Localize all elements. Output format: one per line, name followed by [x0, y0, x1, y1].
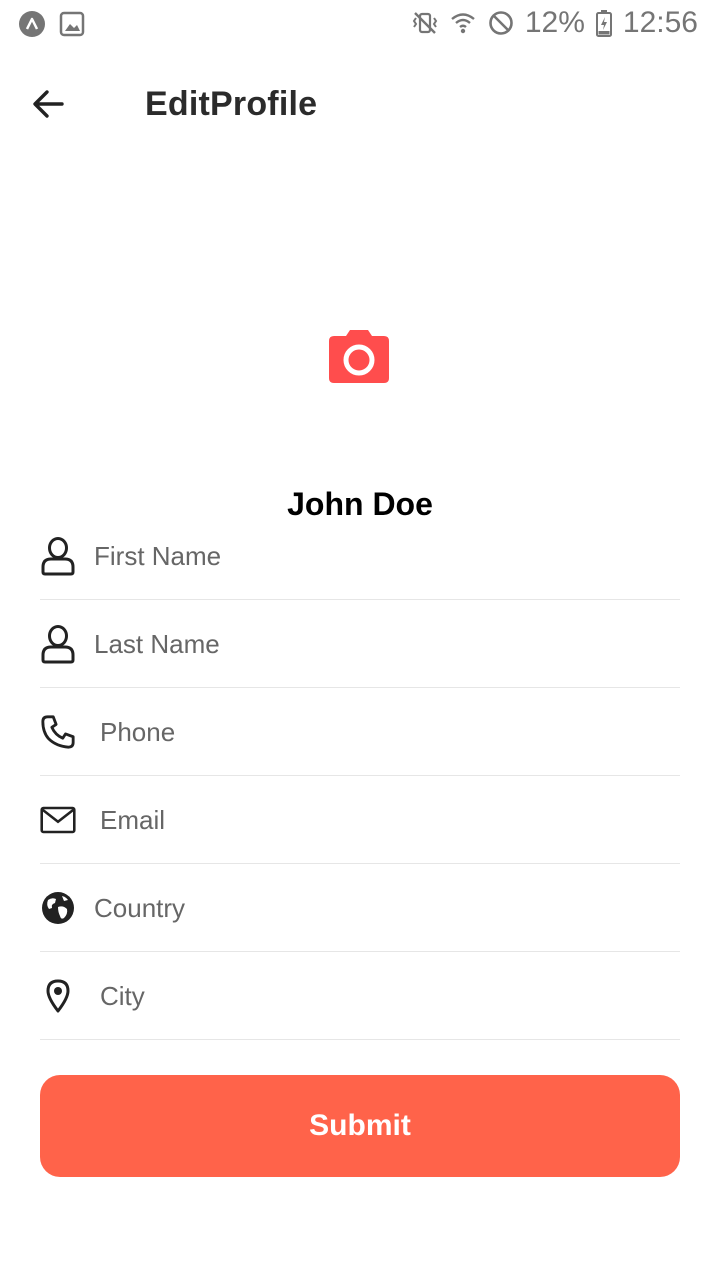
camera-icon — [326, 330, 392, 392]
arrow-left-icon — [30, 86, 66, 127]
map-pin-icon — [40, 976, 76, 1016]
country-field — [40, 864, 680, 952]
globe-icon — [40, 888, 76, 928]
back-button[interactable] — [24, 82, 72, 130]
battery-percent: 12% — [524, 6, 585, 39]
first-name-field — [40, 512, 680, 600]
blocked-icon — [487, 9, 515, 37]
wifi-icon — [449, 9, 477, 37]
envelope-icon — [40, 800, 76, 840]
user-icon — [40, 536, 76, 576]
avatar-upload-button[interactable] — [326, 326, 392, 388]
city-field — [40, 952, 680, 1040]
page-title: EditProfile — [145, 85, 318, 123]
phone-field — [40, 688, 680, 776]
phone-input[interactable] — [100, 708, 680, 756]
submit-button[interactable]: Submit — [40, 1075, 680, 1177]
country-input[interactable] — [94, 884, 674, 932]
vibrate-icon — [411, 9, 439, 37]
last-name-input[interactable] — [94, 620, 674, 668]
email-input[interactable] — [100, 796, 680, 844]
app-notification-icon — [18, 10, 46, 38]
status-right: 12% 12:56 — [411, 6, 698, 40]
first-name-input[interactable] — [94, 532, 674, 580]
image-notification-icon — [58, 10, 86, 38]
email-field — [40, 776, 680, 864]
clock-time: 12:56 — [622, 6, 698, 39]
app-header: EditProfile — [0, 60, 720, 150]
city-input[interactable] — [100, 972, 680, 1020]
user-icon — [40, 624, 76, 664]
profile-form — [40, 512, 680, 1040]
status-bar: 12% 12:56 — [0, 0, 720, 48]
battery-icon — [595, 9, 613, 37]
status-left — [18, 10, 86, 38]
phone-icon — [40, 712, 76, 752]
last-name-field — [40, 600, 680, 688]
